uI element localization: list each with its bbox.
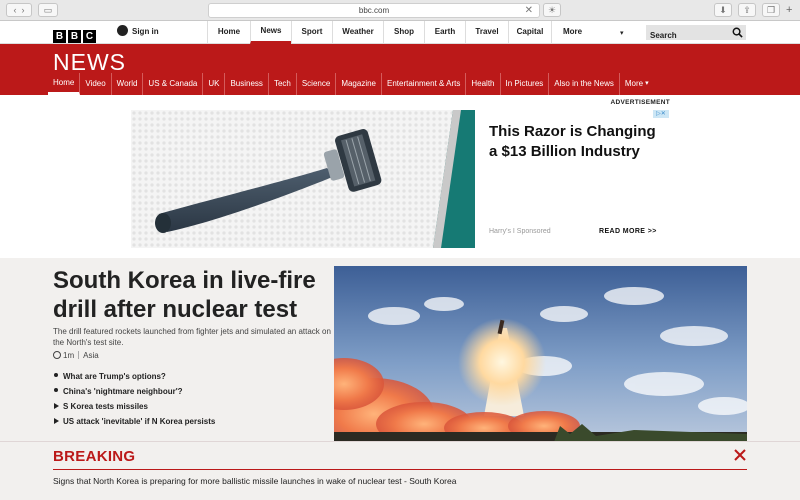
reader-icon[interactable]: ☀ <box>543 3 561 17</box>
logo-letter: B <box>68 30 81 43</box>
news-header: NEWS Home Video World US & Canada UK Business… <box>0 44 800 95</box>
topnav-item[interactable]: More <box>551 21 625 44</box>
more-chevron-down-icon[interactable]: ▾ <box>645 73 649 95</box>
bullet-icon <box>54 373 58 377</box>
download-icon[interactable]: ⬇ <box>714 3 732 17</box>
news-nav-item[interactable]: World <box>112 73 144 95</box>
search-icon[interactable] <box>732 27 743 38</box>
related-link[interactable]: What are Trump's options? <box>53 369 215 384</box>
story-headline[interactable]: South Korea in live-fire drill after nuc… <box>53 266 333 324</box>
related-link[interactable]: US attack 'inevitable' if N Korea persis… <box>53 414 215 429</box>
more-dropdown-icon[interactable]: ▾ <box>620 29 624 37</box>
ad-headline[interactable]: This Razor is Changing a $13 Billion Ind… <box>489 122 659 162</box>
address-bar-url: bbc.com <box>358 6 390 15</box>
tabs-icon[interactable]: ❐ <box>762 3 780 17</box>
news-nav-item[interactable]: Entertainment & Arts <box>382 73 467 95</box>
search-box[interactable]: Search <box>646 25 746 40</box>
ad-sponsor: Harry's I Sponsored <box>489 228 551 235</box>
topnav-item[interactable]: Travel <box>465 21 508 44</box>
topnav-item[interactable]: Shop <box>383 21 424 44</box>
ad-read-more-link[interactable]: READ MORE >> <box>599 228 657 235</box>
news-nav-item[interactable]: Video <box>80 73 112 95</box>
browser-toolbar: ‹ › ▭ bbc.com ✕ ☀ ⬇ ⇪ ❐ + <box>0 0 800 21</box>
close-icon[interactable] <box>733 448 747 462</box>
related-link[interactable]: China's 'nightmare neighbour'? <box>53 384 215 399</box>
related-link-label: S Korea tests missiles <box>63 402 148 411</box>
news-nav-item[interactable]: In Pictures <box>501 73 550 95</box>
ad-razor-image[interactable] <box>131 110 475 248</box>
topnav-item[interactable]: Capital <box>508 21 551 44</box>
share-icon[interactable]: ⇪ <box>738 3 756 17</box>
related-link-label: What are Trump's options? <box>63 372 166 381</box>
news-nav-item[interactable]: Business <box>225 73 269 95</box>
topnav-item[interactable]: Weather <box>332 21 383 44</box>
address-bar[interactable]: bbc.com ✕ <box>208 3 540 18</box>
related-links: What are Trump's options? China's 'nightm… <box>53 369 215 429</box>
news-nav-item[interactable]: US & Canada <box>143 73 204 95</box>
breaking-divider <box>53 469 747 470</box>
bullet-icon <box>54 388 58 392</box>
account-icon <box>117 25 128 36</box>
news-nav-item[interactable]: Home <box>48 73 81 95</box>
topnav-item[interactable]: Home <box>207 21 250 44</box>
bbc-logo[interactable]: BBC <box>53 26 98 43</box>
news-nav-item[interactable]: Tech <box>269 73 297 95</box>
news-nav-item[interactable]: Health <box>466 73 501 95</box>
story-meta: 1m Asia <box>53 351 99 361</box>
news-nav-item[interactable]: UK <box>203 73 226 95</box>
story-section-link[interactable]: Asia <box>83 351 99 360</box>
news-title[interactable]: NEWS <box>53 49 126 76</box>
breaking-title: BREAKING <box>53 448 136 465</box>
logo-letter: C <box>83 30 96 43</box>
news-nav-item[interactable]: Magazine <box>336 73 382 95</box>
top-navigation: Home News Sport Weather Shop Earth Travel Capit… <box>207 21 625 44</box>
story-summary: The drill featured rockets launched from… <box>53 327 331 347</box>
related-link[interactable]: S Korea tests missiles <box>53 399 215 414</box>
sidebar-toggle-icon[interactable]: ▭ <box>38 3 58 17</box>
logo-letter: B <box>53 30 66 43</box>
search-label: Search <box>650 31 677 40</box>
sign-in-label: Sign in <box>132 27 159 36</box>
news-nav-item[interactable]: Also in the News <box>549 73 620 95</box>
news-nav-item[interactable]: More <box>620 73 648 95</box>
adchoices-icon[interactable]: ▷✕ <box>653 110 669 118</box>
sign-in-link[interactable]: Sign in <box>117 25 159 39</box>
missile-launch-photo[interactable] <box>334 266 747 442</box>
meta-divider <box>78 351 80 359</box>
back-forward-buttons[interactable]: ‹ › <box>6 3 32 17</box>
play-icon <box>54 403 59 409</box>
related-link-label: US attack 'inevitable' if N Korea persis… <box>63 417 216 426</box>
advertisement-label: ADVERTISEMENT <box>610 99 670 106</box>
bbc-top-bar: BBC Sign in Home News Sport Weather Shop Eart… <box>0 21 800 44</box>
news-navigation: Home Video World US & Canada UK Business Tech S… <box>48 73 649 95</box>
news-nav-item[interactable]: Science <box>297 73 337 95</box>
play-icon <box>54 418 59 424</box>
story-time: 1m <box>63 351 75 360</box>
related-link-label: China's 'nightmare neighbour'? <box>63 387 183 396</box>
clock-icon <box>53 351 61 359</box>
missile-launch-illustration <box>334 266 747 442</box>
topnav-item[interactable]: News <box>250 21 291 44</box>
razor-illustration <box>131 110 475 248</box>
breaking-text[interactable]: Signs that North Korea is preparing for … <box>53 476 456 486</box>
topnav-item[interactable]: Sport <box>291 21 332 44</box>
new-tab-button[interactable]: + <box>786 3 792 17</box>
topnav-item[interactable]: Earth <box>424 21 465 44</box>
clear-url-icon[interactable]: ✕ <box>525 4 533 17</box>
